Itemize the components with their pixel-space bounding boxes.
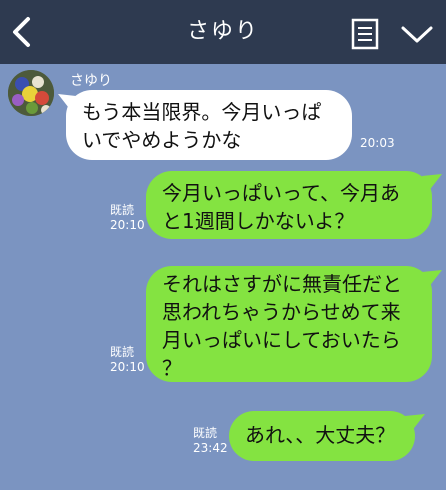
message-line: 今月いっぱいって、今月あ xyxy=(162,181,400,205)
flower-bouquet-icon xyxy=(8,70,54,116)
bubble-tail xyxy=(405,414,425,432)
message-bubble-sent[interactable]: それはさすがに無責任だと 思われちゃうからせめて来 月いっぱいにしておいたら ？ xyxy=(146,266,432,382)
bubble-tail xyxy=(422,270,442,288)
message-time: 20:10 xyxy=(110,218,145,232)
message-meta: 既読 20:10 xyxy=(110,203,145,233)
message-line: あれ、、大丈夫？ xyxy=(245,423,396,447)
message-time: 20:10 xyxy=(110,360,145,374)
message-line: もう本当限界。今月いっぱ xyxy=(82,100,322,124)
message-meta: 既読 20:10 xyxy=(110,345,145,375)
message-line: それはさすがに無責任だと xyxy=(162,272,402,296)
chat-header: さゆり xyxy=(0,0,446,64)
read-receipt: 既読 xyxy=(193,426,218,440)
message-bubble-sent[interactable]: あれ、、大丈夫？ xyxy=(229,411,415,461)
message-time: 23:42 xyxy=(193,441,228,455)
message-meta: 20:03 xyxy=(360,136,395,151)
message-line: 思われちゃうからせめて来 xyxy=(162,300,401,324)
message-time: 20:03 xyxy=(360,136,395,150)
menu-button[interactable] xyxy=(400,24,434,46)
notes-icon xyxy=(351,18,379,50)
message-bubble-sent[interactable]: 今月いっぱいって、今月あ と1週間しかないよ？ xyxy=(146,171,432,239)
bubble-tail xyxy=(422,174,442,192)
chevron-down-icon xyxy=(401,26,433,43)
avatar[interactable] xyxy=(8,70,54,116)
notes-button[interactable] xyxy=(350,18,380,50)
message-line: ？ xyxy=(162,356,182,380)
message-bubble-received[interactable]: もう本当限界。今月いっぱ いでやめようかな xyxy=(66,90,352,160)
message-line: と1週間しかないよ？ xyxy=(162,209,355,233)
message-line: 月いっぱいにしておいたら xyxy=(162,328,401,352)
message-meta: 既読 23:42 xyxy=(193,426,228,456)
read-receipt: 既読 xyxy=(110,203,135,217)
read-receipt: 既読 xyxy=(110,345,135,359)
message-line: いでやめようかな xyxy=(82,128,242,152)
sender-name: さゆり xyxy=(70,73,112,89)
